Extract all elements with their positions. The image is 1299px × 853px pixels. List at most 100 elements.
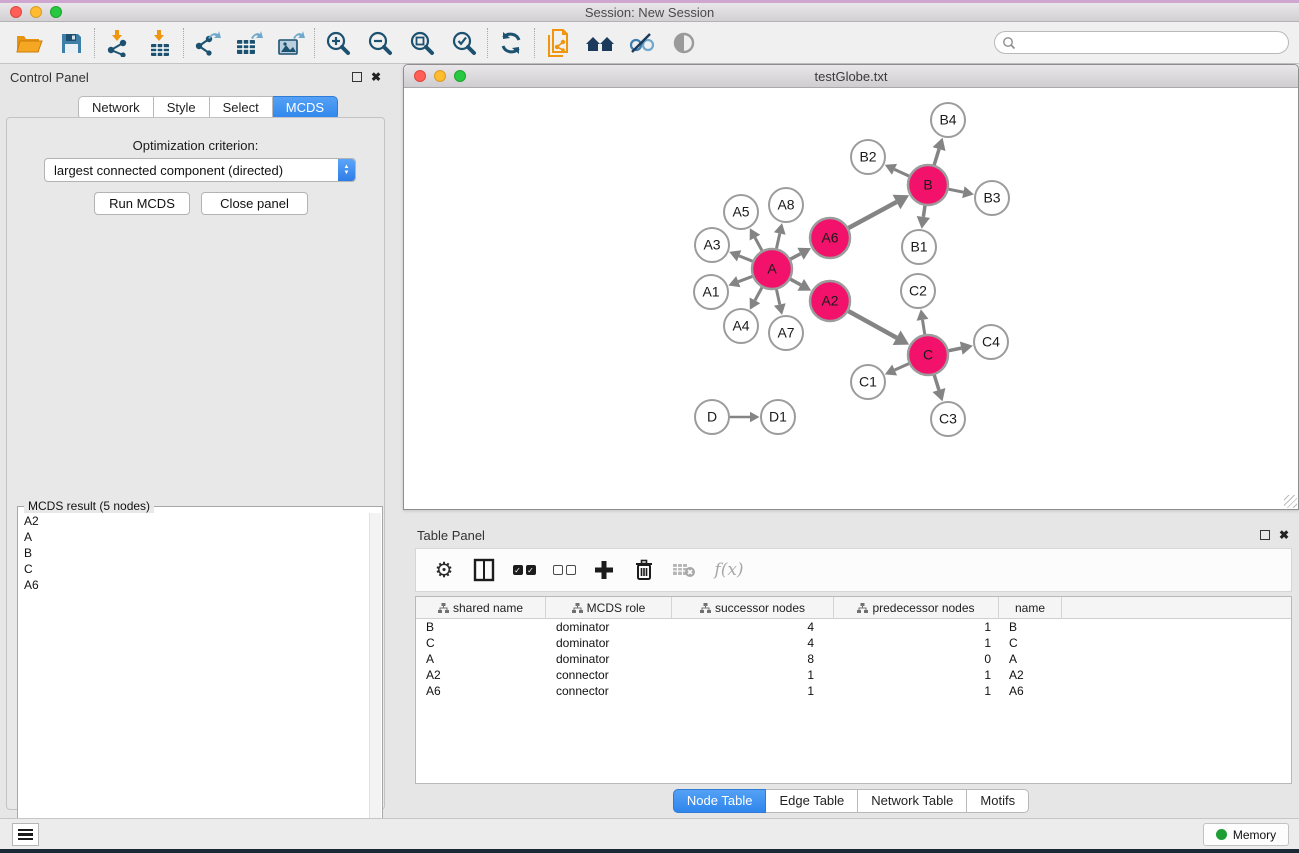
table-cell: C	[999, 635, 1062, 651]
table-row[interactable]: A6connector11A6	[416, 683, 1291, 699]
close-panel-icon[interactable]: ✖	[371, 71, 381, 83]
table-row[interactable]: Bdominator41B	[416, 619, 1291, 635]
hide-graphics-details-button[interactable]	[621, 25, 663, 61]
graph-node-label: C	[923, 347, 933, 363]
search-input[interactable]	[1020, 36, 1270, 50]
mcds-result-title: MCDS result (5 nodes)	[24, 499, 154, 513]
graph-edge-C-C1[interactable]	[895, 363, 910, 370]
network-from-file-button[interactable]	[537, 25, 579, 61]
close-table-panel-icon[interactable]: ✖	[1279, 529, 1289, 541]
network-canvas[interactable]: B4B2BB3A5A8A6B1A3AC2A1A2A4A7C4CC1C3DD1	[404, 88, 1298, 509]
shared-column-icon	[700, 603, 711, 613]
table-row[interactable]: Adominator80A	[416, 651, 1291, 667]
function-builder-button[interactable]: f(x)	[706, 552, 752, 588]
zoom-out-button[interactable]	[359, 25, 401, 61]
table-tabs: Node Table Edge Table Network Table Moti…	[403, 789, 1299, 813]
zoom-fit-button[interactable]	[401, 25, 443, 61]
graph-edge-A-A1[interactable]	[738, 276, 753, 282]
float-panel-icon[interactable]	[352, 72, 362, 82]
tab-network-table[interactable]: Network Table	[858, 789, 967, 813]
graph-edge-A6-B[interactable]	[848, 202, 897, 228]
column-header-shared-name[interactable]: shared name	[416, 597, 546, 618]
graph-edge-B-B4[interactable]	[934, 149, 939, 166]
column-header-predecessor-nodes[interactable]: predecessor nodes	[834, 597, 999, 618]
network-window-titlebar[interactable]: testGlobe.txt	[404, 65, 1298, 88]
graph-arrowhead	[774, 303, 786, 315]
table-row[interactable]: A2connector11A2	[416, 667, 1291, 683]
zoom-selected-button[interactable]	[443, 25, 485, 61]
export-network-button[interactable]	[186, 25, 228, 61]
minimize-window-button[interactable]	[30, 6, 42, 18]
mcds-result-item[interactable]: B	[19, 545, 369, 561]
graph-edge-A-A8[interactable]	[776, 234, 779, 250]
column-header-successor-nodes[interactable]: successor nodes	[672, 597, 834, 618]
graph-edge-A-A7[interactable]	[776, 289, 779, 305]
close-panel-button[interactable]: Close panel	[201, 192, 308, 215]
table-row[interactable]: Cdominator41C	[416, 635, 1291, 651]
result-scrollbar[interactable]	[369, 513, 381, 851]
run-mcds-button[interactable]: Run MCDS	[94, 192, 190, 215]
toolbar-separator	[534, 28, 535, 58]
create-column-button[interactable]	[586, 552, 622, 588]
graph-edge-A-A5[interactable]	[755, 238, 762, 252]
save-session-button[interactable]	[50, 25, 92, 61]
zoom-out-icon	[367, 30, 393, 56]
table-cell: A	[999, 651, 1062, 667]
mcds-result-item[interactable]: C	[19, 561, 369, 577]
graph-edge-B-B1[interactable]	[923, 205, 925, 217]
graph-edge-A-A2[interactable]	[790, 279, 801, 285]
graph-edge-A-A3[interactable]	[739, 256, 753, 262]
open-file-button[interactable]	[8, 25, 50, 61]
delete-table-button[interactable]	[666, 552, 702, 588]
table-cell: 8	[672, 651, 834, 667]
select-all-columns-button[interactable]: ✓✓	[506, 552, 542, 588]
tab-edge-table[interactable]: Edge Table	[766, 789, 858, 813]
table-cell: B	[999, 619, 1062, 635]
tab-node-table[interactable]: Node Table	[673, 789, 767, 813]
graph-node-label: A1	[702, 284, 719, 300]
table-cell: B	[416, 619, 546, 635]
maximize-window-button[interactable]	[50, 6, 62, 18]
unselect-all-columns-button[interactable]	[546, 552, 582, 588]
float-table-panel-icon[interactable]	[1260, 530, 1270, 540]
graph-edge-B-B2[interactable]	[894, 169, 909, 176]
table-settings-button[interactable]: ⚙	[426, 552, 462, 588]
window-resize-grip[interactable]	[1284, 495, 1297, 508]
graph-edge-C-C3[interactable]	[934, 374, 939, 390]
graph-arrowhead	[750, 412, 760, 423]
close-network-window-button[interactable]	[414, 70, 426, 82]
gear-icon: ⚙	[435, 558, 454, 583]
graph-edge-C-C2[interactable]	[923, 320, 925, 335]
mcds-result-item[interactable]: A6	[19, 577, 369, 593]
graph-edge-A-A6[interactable]	[790, 254, 801, 260]
export-table-button[interactable]	[228, 25, 270, 61]
zoom-in-icon	[325, 30, 351, 56]
import-table-button[interactable]	[139, 25, 181, 61]
criterion-dropdown[interactable]: largest connected component (directed) ▲…	[44, 158, 356, 182]
graph-arrowhead	[774, 223, 786, 235]
export-image-button[interactable]	[270, 25, 312, 61]
tab-motifs[interactable]: Motifs	[967, 789, 1029, 813]
refresh-icon	[498, 30, 524, 56]
import-network-button[interactable]	[97, 25, 139, 61]
column-header-MCDS-role[interactable]: MCDS role	[546, 597, 672, 618]
refresh-button[interactable]	[490, 25, 532, 61]
graph-edge-B-B3[interactable]	[948, 189, 964, 192]
close-window-button[interactable]	[10, 6, 22, 18]
maximize-network-window-button[interactable]	[454, 70, 466, 82]
home-button[interactable]	[579, 25, 621, 61]
graph-edge-C-C4[interactable]	[948, 348, 962, 351]
zoom-in-button[interactable]	[317, 25, 359, 61]
mcds-result-item[interactable]: A2	[19, 513, 369, 529]
show-graphics-details-button[interactable]	[663, 25, 705, 61]
graph-edge-A2-C[interactable]	[848, 311, 897, 338]
show-column-dialog-button[interactable]	[466, 552, 502, 588]
minimize-network-window-button[interactable]	[434, 70, 446, 82]
graph-edge-A-A4[interactable]	[755, 287, 762, 301]
mcds-result-item[interactable]: A	[19, 529, 369, 545]
column-header-name[interactable]: name	[999, 597, 1062, 618]
task-history-button[interactable]	[12, 823, 39, 846]
delete-columns-button[interactable]	[626, 552, 662, 588]
table-cell: dominator	[546, 619, 672, 635]
memory-button[interactable]: Memory	[1203, 823, 1289, 846]
